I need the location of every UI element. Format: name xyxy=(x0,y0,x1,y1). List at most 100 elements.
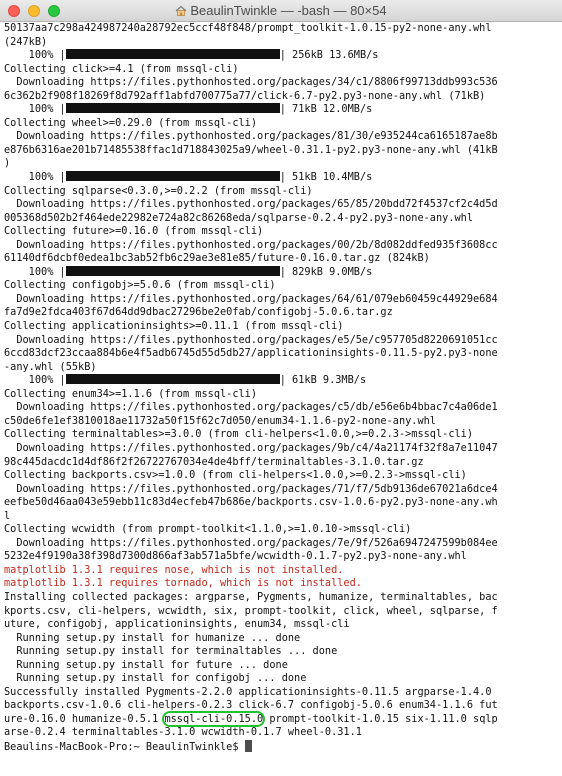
output-text: prompt-toolkit-1.0.15 six-1.11.0 sqlp xyxy=(263,712,498,725)
output-line: Running setup.py install for configobj .… xyxy=(4,672,558,686)
output-text: 6c362b2f908f18269f8d792aff1abfd700775a77… xyxy=(4,89,486,102)
output-text: Collecting configobj>=5.0.6 (from mssql-… xyxy=(4,279,276,292)
progress-line: 100% | | 71kB 12.0MB/s xyxy=(4,103,558,117)
error-line: matplotlib 1.3.1 requires tornado, which… xyxy=(4,577,558,591)
output-line: Successfully installed Pygments-2.2.0 ap… xyxy=(4,686,558,700)
output-text: uture, configobj, applicationinsights, e… xyxy=(4,618,350,631)
shell-prompt: Beaulins-MacBook-Pro:~ BeaulinTwinkle$ xyxy=(4,739,558,754)
progress-stats: | 51kB 10.4MB/s xyxy=(279,171,373,184)
output-line: 6c362b2f908f18269f8d792aff1abfd700775a77… xyxy=(4,90,558,104)
progress-line: 100% | | 61kB 9.3MB/s xyxy=(4,374,558,388)
output-line: Running setup.py install for humanize ..… xyxy=(4,632,558,646)
output-line: Collecting configobj>=5.0.6 (from mssql-… xyxy=(4,279,558,293)
output-text: ) xyxy=(4,157,11,170)
progress-percent: 100% | xyxy=(4,103,66,116)
progress-percent: 100% | xyxy=(4,171,66,184)
output-text: 6ccd83dcf23ccaa884b6e4f5adb6745d55d5db27… xyxy=(4,347,498,360)
highlighted-package: mssql-cli-0.15.0 xyxy=(162,710,266,727)
output-text: Downloading https://files.pythonhosted.o… xyxy=(4,482,498,495)
output-line: Collecting future>=0.16.0 (from mssql-cl… xyxy=(4,225,558,239)
terminal-window: BeaulinTwinkle — -bash — 80×54 50137aa7c… xyxy=(0,0,562,776)
output-text: Downloading https://files.pythonhosted.o… xyxy=(4,441,498,454)
output-line: Collecting sqlparse<0.3.0,>=0.2.2 (from … xyxy=(4,185,558,199)
output-text: Collecting terminaltables>=3.0.0 (from c… xyxy=(4,428,473,441)
output-text: Collecting future>=0.16.0 (from mssql-cl… xyxy=(4,225,264,238)
output-text: (247kB) xyxy=(4,35,48,48)
output-line: Collecting enum34>=1.1.6 (from mssql-cli… xyxy=(4,388,558,402)
output-line: 6ccd83dcf23ccaa884b6e4f5adb6745d55d5db27… xyxy=(4,347,558,361)
output-line: arse-0.2.4 terminaltables-3.1.0 wcwidth-… xyxy=(4,726,558,740)
output-text: Running setup.py install for humanize ..… xyxy=(4,631,301,644)
progress-stats: | 61kB 9.3MB/s xyxy=(279,374,367,387)
output-text: backports.csv-1.0.6 cli-helpers-0.2.3 cl… xyxy=(4,699,498,712)
output-line: Downloading https://files.pythonhosted.o… xyxy=(4,483,558,497)
output-text: arse-0.2.4 terminaltables-3.1.0 wcwidth-… xyxy=(4,726,362,739)
terminal-output[interactable]: 50137aa7c298a424987240a28792ec5ccf48f848… xyxy=(4,22,558,776)
progress-stats: | 829kB 9.0MB/s xyxy=(279,265,373,278)
output-text: Downloading https://files.pythonhosted.o… xyxy=(4,238,498,251)
output-text: Collecting sqlparse<0.3.0,>=0.2.2 (from … xyxy=(4,184,313,197)
progress-stats: | 256kB 13.6MB/s xyxy=(279,49,379,62)
output-text: -any.whl (55kB) xyxy=(4,360,97,373)
output-text: Collecting backports.csv>=1.0.0 (from cl… xyxy=(4,469,467,482)
output-text: Downloading https://files.pythonhosted.o… xyxy=(4,536,498,549)
output-text: 61140df6dcbf0edea1bc3ab52fb6c29ae3e81e85… xyxy=(4,252,430,265)
output-line: e876b6316ae201b71485538ffac1d718843025a9… xyxy=(4,144,558,158)
output-line: Downloading https://files.pythonhosted.o… xyxy=(4,198,558,212)
output-line: kports.csv, cli-helpers, wcwidth, six, p… xyxy=(4,605,558,619)
progress-bar xyxy=(65,374,280,385)
prompt-text: Beaulins-MacBook-Pro:~ BeaulinTwinkle$ xyxy=(4,740,245,753)
window-title-text: BeaulinTwinkle — -bash — 80×54 xyxy=(190,3,387,18)
progress-percent: 100% | xyxy=(4,49,66,62)
output-line: backports.csv-1.0.6 cli-helpers-0.2.3 cl… xyxy=(4,699,558,713)
progress-bar xyxy=(65,265,280,276)
output-text: Installing collected packages: argparse,… xyxy=(4,590,498,603)
output-text: fa7d9e2fdca403f67d64dd9dbac27296be2e0fab… xyxy=(4,306,393,319)
output-line: 5232e4f9190a38f398d7300d866af3ab571a5bfe… xyxy=(4,550,558,564)
output-text: 50137aa7c298a424987240a28792ec5ccf48f848… xyxy=(4,22,492,34)
output-text: Collecting applicationinsights>=0.11.1 (… xyxy=(4,320,344,333)
output-text: eefbe50d46aa043e59ebb11c83d4ecfeb47b686e… xyxy=(4,496,498,509)
output-line: -any.whl (55kB) xyxy=(4,361,558,375)
output-text: l xyxy=(4,509,11,522)
output-line: Collecting wheel>=0.29.0 (from mssql-cli… xyxy=(4,117,558,131)
progress-stats: | 71kB 12.0MB/s xyxy=(279,103,373,116)
output-line: 005368d502b2f464ede22982e724a82c86268eda… xyxy=(4,212,558,226)
error-line: matplotlib 1.3.1 requires nose, which is… xyxy=(4,564,558,578)
output-line: ) xyxy=(4,157,558,171)
output-text: e876b6316ae201b71485538ffac1d718843025a9… xyxy=(4,143,498,156)
output-text: Downloading https://files.pythonhosted.o… xyxy=(4,333,498,346)
output-text: kports.csv, cli-helpers, wcwidth, six, p… xyxy=(4,604,498,617)
progress-bar xyxy=(65,103,280,114)
output-line: Installing collected packages: argparse,… xyxy=(4,591,558,605)
output-text: 005368d502b2f464ede22982e724a82c86268eda… xyxy=(4,211,473,224)
output-line: l xyxy=(4,510,558,524)
output-line: Downloading https://files.pythonhosted.o… xyxy=(4,293,558,307)
output-text: Successfully installed Pygments-2.2.0 ap… xyxy=(4,685,492,698)
output-text: Downloading https://files.pythonhosted.o… xyxy=(4,76,498,89)
title-bar[interactable]: BeaulinTwinkle — -bash — 80×54 xyxy=(0,0,562,22)
cursor[interactable] xyxy=(244,739,252,752)
output-line: Downloading https://files.pythonhosted.o… xyxy=(4,239,558,253)
output-line: c50de6fe1ef3810018ae11732a50f15f62c7d050… xyxy=(4,415,558,429)
output-line: Collecting click>=4.1 (from mssql-cli) xyxy=(4,63,558,77)
output-text: Downloading https://files.pythonhosted.o… xyxy=(4,292,498,305)
output-line: 98c445dacdc1d4df86f2f26722767034e4de4bff… xyxy=(4,456,558,470)
output-line: fa7d9e2fdca403f67d64dd9dbac27296be2e0fab… xyxy=(4,306,558,320)
output-line: Running setup.py install for future ... … xyxy=(4,659,558,673)
output-line: Collecting wcwidth (from prompt-toolkit<… xyxy=(4,523,558,537)
window-title: BeaulinTwinkle — -bash — 80×54 xyxy=(0,3,562,18)
output-text: Downloading https://files.pythonhosted.o… xyxy=(4,130,498,143)
output-text: Collecting wheel>=0.29.0 (from mssql-cli… xyxy=(4,116,258,129)
output-line: Collecting terminaltables>=3.0.0 (from c… xyxy=(4,428,558,442)
output-text: Running setup.py install for terminaltab… xyxy=(4,645,338,658)
progress-bar xyxy=(65,49,280,60)
progress-line: 100% | | 829kB 9.0MB/s xyxy=(4,265,558,280)
output-line: Downloading https://files.pythonhosted.o… xyxy=(4,537,558,551)
progress-bar xyxy=(65,171,280,182)
output-text: Downloading https://files.pythonhosted.o… xyxy=(4,401,498,414)
error-text: matplotlib 1.3.1 requires nose, which is… xyxy=(4,563,344,576)
output-text: Running setup.py install for future ... … xyxy=(4,658,288,671)
output-text: ure-0.16.0 humanize-0.5.1 xyxy=(4,712,165,725)
progress-line: 100% | | 256kB 13.6MB/s xyxy=(4,49,558,63)
